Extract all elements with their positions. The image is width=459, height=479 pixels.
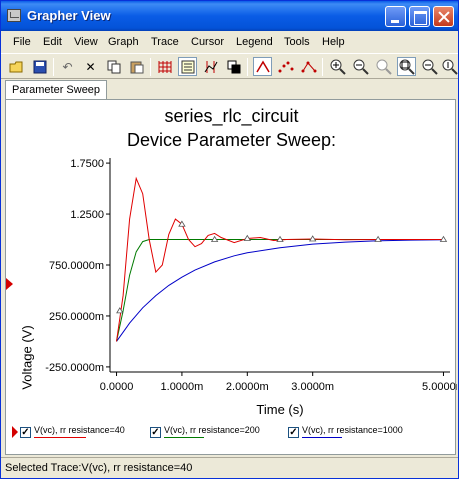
trace-point-marker (116, 307, 124, 314)
menu-bar: File Edit View Graph Trace Cursor Legend… (1, 31, 458, 53)
x-axis-label: Time (s) (256, 402, 304, 417)
plot-panel[interactable]: series_rlc_circuit Device Parameter Swee… (5, 99, 457, 455)
legend-icon[interactable] (178, 57, 197, 76)
trace-point-marker (308, 235, 317, 242)
overlay-icon[interactable] (224, 57, 243, 76)
menu-trace[interactable]: Trace (151, 36, 179, 48)
grapher-window: Grapher View File Edit View Graph Trace … (0, 0, 459, 479)
menu-help[interactable]: Help (322, 36, 345, 48)
dots-icon[interactable] (276, 57, 295, 76)
menu-file[interactable]: File (13, 36, 31, 48)
legend-entry-rr200[interactable]: ✓ V(vc), rr resistance=200 (150, 425, 290, 441)
window-title: Grapher View (27, 8, 111, 23)
legend-label-rr40: V(vc), rr resistance=40 (34, 425, 125, 435)
legend-swatch-rr200 (164, 437, 204, 438)
y-tick-label: 250.0000m (49, 311, 104, 323)
legend-swatch-rr1000 (302, 437, 342, 438)
legend-label-rr200: V(vc), rr resistance=200 (164, 425, 260, 435)
x-tick-label: 1.0000m (161, 381, 204, 393)
cursors-icon[interactable] (201, 57, 220, 76)
menu-graph[interactable]: Graph (108, 36, 139, 48)
close-button[interactable] (433, 6, 454, 27)
menu-view[interactable]: View (74, 36, 98, 48)
title-bar[interactable]: Grapher View (1, 1, 458, 31)
series-line-rr1000 (116, 239, 444, 342)
legend-entry-rr40[interactable]: ✓ V(vc), rr resistance=40 (12, 425, 154, 441)
zoom-x-icon[interactable] (420, 57, 439, 76)
x-tick-label: 2.0000m (226, 381, 269, 393)
toolbar-separator (247, 58, 248, 76)
legend-swatch-rr40 (34, 437, 86, 438)
x-tick-label: 0.0000 (100, 381, 134, 393)
y-tick-label: 1.7500 (70, 158, 104, 170)
series-line-rr40 (116, 176, 444, 342)
menu-edit[interactable]: Edit (43, 36, 62, 48)
grapher-app-icon[interactable] (7, 9, 21, 22)
y-tick-label: 750.0000m (49, 260, 104, 272)
y-tick-label: -250.0000m (45, 362, 104, 374)
y-tick-label: 1.2500 (70, 209, 104, 221)
legend-label-rr1000: V(vc), rr resistance=1000 (302, 425, 403, 435)
x-tick-label: 5.0000m (422, 381, 457, 393)
legend-checkbox-rr200[interactable]: ✓ (150, 427, 161, 438)
status-bar: Selected Trace:V(vc), rr resistance=40 (1, 457, 458, 478)
undo-icon[interactable]: ↶ (58, 57, 77, 76)
toolbar-separator (150, 58, 151, 76)
delete-icon[interactable]: ✕ (81, 57, 100, 76)
legend-checkbox-rr1000[interactable]: ✓ (288, 427, 299, 438)
legend-entry-rr1000[interactable]: ✓ V(vc), rr resistance=1000 (288, 425, 448, 441)
minimize-button[interactable] (385, 6, 406, 27)
zoom-area-icon[interactable] (397, 57, 416, 76)
trace-icon[interactable] (253, 57, 272, 76)
toolbar-separator (53, 58, 54, 76)
zoom-in-icon[interactable] (328, 57, 347, 76)
toolbar: ↶ ✕ (1, 53, 458, 79)
open-icon[interactable] (7, 57, 26, 76)
line-dots-icon[interactable] (299, 57, 318, 76)
zoom-y-icon[interactable] (440, 57, 459, 76)
grid-icon[interactable] (155, 57, 174, 76)
x-tick-label: 3.0000m (291, 381, 334, 393)
series-line-rr200 (116, 239, 444, 342)
selected-trace-marker[interactable] (6, 278, 13, 290)
save-icon[interactable] (30, 57, 49, 76)
tab-strip: Parameter Sweep (1, 80, 458, 100)
legend-checkbox-rr40[interactable]: ✓ (20, 427, 31, 438)
legend-selected-arrow-icon (12, 426, 18, 438)
chart-area[interactable]: 1.7500 1.2500 750.0000m 250.0000m -250.0000m… (6, 100, 457, 420)
toolbar-separator (322, 58, 323, 76)
paste-icon[interactable] (127, 57, 146, 76)
tab-parameter-sweep[interactable]: Parameter Sweep (5, 80, 107, 100)
copy-icon[interactable] (104, 57, 123, 76)
zoom-fit-icon[interactable] (374, 57, 393, 76)
menu-tools[interactable]: Tools (284, 36, 310, 48)
y-axis-label: Voltage (V) (19, 325, 35, 390)
menu-cursor[interactable]: Cursor (191, 36, 224, 48)
zoom-out-icon[interactable] (351, 57, 370, 76)
maximize-button[interactable] (409, 6, 430, 27)
menu-legend[interactable]: Legend (236, 36, 273, 48)
